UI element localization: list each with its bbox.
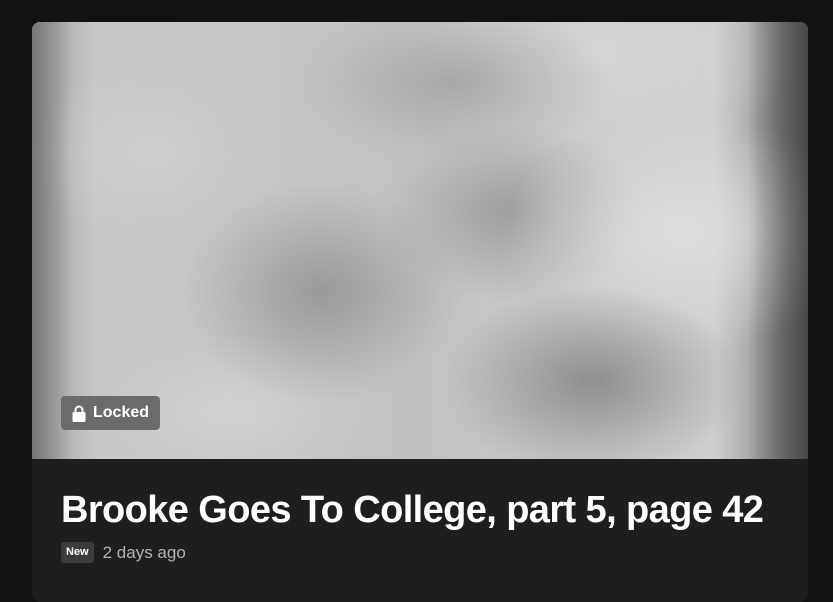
- post-meta: New 2 days ago: [61, 542, 779, 563]
- post-card-body: Brooke Goes To College, part 5, page 42 …: [32, 459, 808, 563]
- locked-badge: Locked: [61, 396, 161, 430]
- post-title[interactable]: Brooke Goes To College, part 5, page 42: [61, 487, 779, 533]
- lock-icon: [72, 405, 86, 422]
- locked-label: Locked: [93, 404, 150, 421]
- post-card[interactable]: Locked Brooke Goes To College, part 5, p…: [32, 22, 808, 602]
- blurred-image-placeholder: [32, 22, 808, 459]
- blurred-thumbnail[interactable]: Locked: [32, 22, 808, 459]
- new-badge: New: [61, 542, 94, 563]
- post-timestamp: 2 days ago: [102, 542, 186, 562]
- thumbnail-edge-shade-left: [32, 22, 72, 459]
- thumbnail-edge-shade-right: [748, 22, 808, 459]
